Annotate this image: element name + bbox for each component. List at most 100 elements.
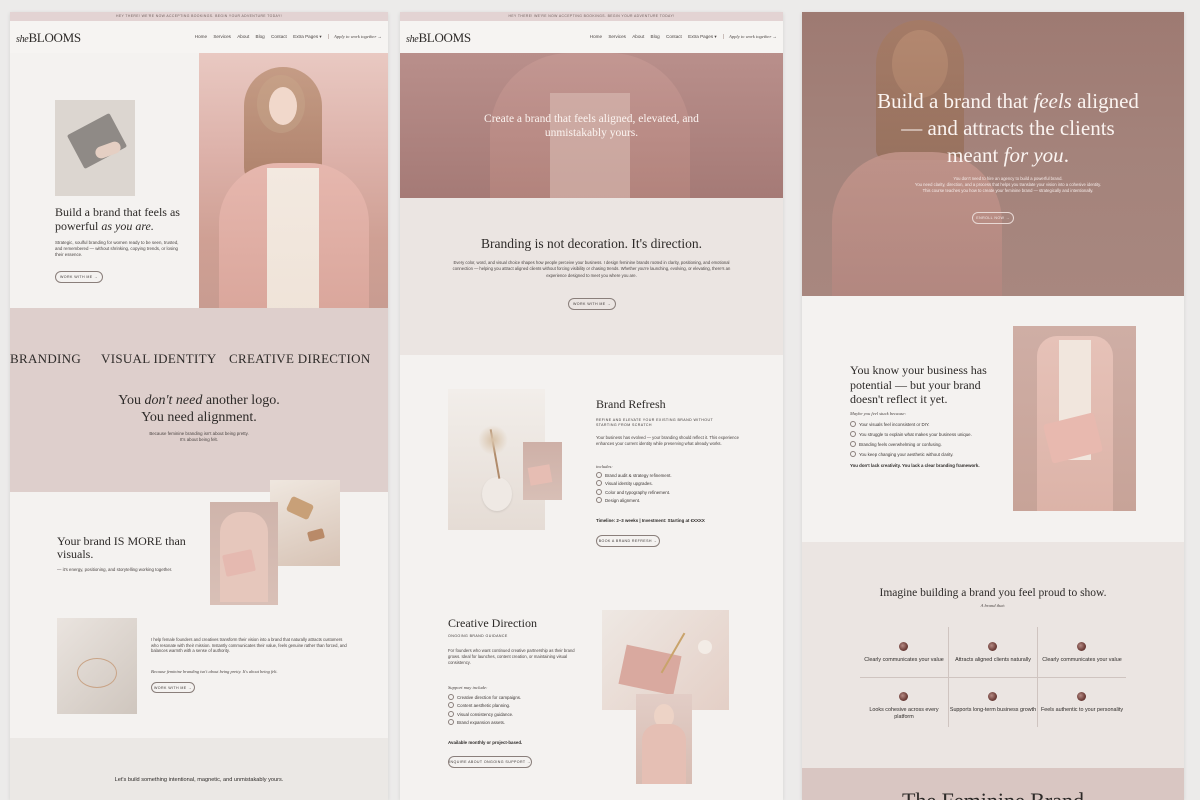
direction-body: Every color, word, and visual choice sha…: [452, 260, 731, 278]
imagine-heading: Imagine building a brand you feel proud …: [879, 587, 1107, 599]
nav-contact[interactable]: Contact: [666, 34, 682, 39]
imagine-section: Imagine building a brand you feel proud …: [802, 542, 1184, 768]
alignment-heading: You don't need another logo. You need al…: [118, 393, 280, 425]
potential-heading: You know your business has potential — b…: [850, 363, 987, 406]
marquee-branding: BRANDING: [10, 351, 82, 366]
nav-contact[interactable]: Contact: [271, 34, 287, 39]
list-item: Your visuals feel inconsistent or DIY.: [850, 420, 1010, 430]
main-nav: Home Services About Blog Contact Extra P…: [190, 34, 382, 40]
main-nav: Home Services About Blog Contact Extra P…: [585, 34, 777, 40]
site-logo[interactable]: sheBLOOMS: [16, 30, 81, 46]
alignment-section: BRANDING VISUAL IDENTITY CREATIVE DIRECT…: [10, 308, 388, 492]
inquire-ongoing-support-button[interactable]: Inquire about ongoing support →: [448, 756, 532, 768]
list-item: Visual identity upgrades.: [596, 480, 746, 488]
includes-label: includes:: [596, 464, 613, 469]
course-hero-photo: Build a brand that feels aligned — and a…: [802, 12, 1184, 296]
help-quote: Because feminine branding isn't about be…: [151, 669, 278, 674]
marquee-creative-direction: CREATIVE DIRECTION: [229, 351, 371, 366]
brand-refresh-kicker: Refine and elevate your existing brand w…: [596, 418, 713, 427]
services-page-mockup: Hey there! We're now accepting bookings.…: [400, 12, 783, 800]
potential-section: You know your business has potential — b…: [802, 296, 1184, 542]
nav-about[interactable]: About: [632, 34, 644, 39]
services-hero-photo: Create a brand that feels aligned, eleva…: [400, 53, 783, 198]
course-hero-sub: You don't need to hire an agency to buil…: [914, 176, 1102, 193]
benefit-icon: [899, 642, 908, 651]
help-body: I help female founders and creatives tra…: [151, 637, 347, 654]
benefit-item: Feels authentic to your personality: [1040, 707, 1124, 713]
nav-blog[interactable]: Blog: [256, 34, 265, 39]
list-item: You struggle to explain what makes your …: [850, 430, 1010, 440]
brand-refresh-timeline: Timeline: 2–3 weeks | Investment: Starti…: [596, 518, 705, 523]
direction-heading: Branding is not decoration. It's directi…: [480, 236, 702, 251]
announcement-bar: Hey there! We're now accepting bookings.…: [400, 12, 783, 21]
list-item: Content aesthetic planning.: [448, 702, 598, 710]
nav-services[interactable]: Services: [608, 34, 626, 39]
work-with-me-button[interactable]: Work with me →: [568, 298, 616, 310]
brand-more-heading: Your brand IS MORE than visuals.: [57, 534, 186, 561]
list-item: Visual consistency guidance.: [448, 711, 598, 719]
hero-heading: Build a brand that feels as powerful as …: [55, 205, 180, 233]
list-item: Design alignment.: [596, 497, 746, 505]
creative-direction-availability: Available monthly or project-based.: [448, 740, 523, 745]
nav-home[interactable]: Home: [195, 34, 207, 39]
benefit-item: Clearly communicates your value: [1042, 657, 1122, 663]
benefit-icon: [988, 692, 997, 701]
portrait-laptop-photo: [1013, 326, 1136, 511]
nav-blog[interactable]: Blog: [651, 34, 660, 39]
hero-portrait-photo: [199, 53, 388, 320]
benefit-item: Attracts aligned clients naturally: [955, 657, 1031, 663]
nav-extra-pages[interactable]: Extra Pages ▾: [688, 34, 717, 39]
nav-home[interactable]: Home: [590, 34, 602, 39]
site-logo[interactable]: sheBLOOMS: [406, 30, 471, 46]
laptop-photo: [55, 100, 135, 196]
creative-direction-kicker: Ongoing brand guidance: [448, 634, 508, 638]
nav-apply-link[interactable]: Apply to work together →: [328, 34, 382, 39]
portrait-with-laptop-photo: [210, 502, 278, 605]
brand-refresh-list: Brand audit & strategy refinement. Visua…: [596, 472, 746, 506]
nav-apply-link[interactable]: Apply to work together →: [723, 34, 777, 39]
creative-direction-body: For founders who want continued creative…: [448, 648, 575, 665]
benefit-icon: [988, 642, 997, 651]
benefit-item: Clearly communicates your value: [864, 657, 944, 663]
stuck-list: Your visuals feel inconsistent or DIY. Y…: [850, 420, 1010, 460]
services-hero-heading: Create a brand that feels aligned, eleva…: [484, 113, 699, 139]
imagine-sub: A brand that:: [980, 603, 1006, 608]
benefit-item: Supports long-term business growth: [949, 707, 1037, 713]
footer-cta-line: Let's build something intentional, magne…: [114, 777, 284, 783]
benefit-icon: [1077, 642, 1086, 651]
flatlay-photo: [270, 480, 340, 566]
footer-cta-section: Let's build something intentional, magne…: [10, 738, 388, 800]
stuck-label: Maybe you feel stuck because:: [850, 411, 907, 416]
support-label: Support may include:: [448, 685, 488, 690]
nav-about[interactable]: About: [237, 34, 249, 39]
benefit-item: Looks cohesive across every platform: [869, 707, 939, 720]
small-portrait-photo: [523, 442, 562, 500]
course-hero-heading: Build a brand that feels aligned — and a…: [877, 89, 1139, 167]
brand-refresh-body: Your business has evolved — your brandin…: [596, 435, 739, 446]
course-page-mockup: Build a brand that feels aligned — and a…: [802, 12, 1184, 800]
list-item: You keep changing your aesthetic without…: [850, 450, 1010, 460]
homepage-mockup: Hey there! We're now accepting bookings.…: [10, 12, 388, 800]
list-item: Branding feels overwhelming or confusing…: [850, 440, 1010, 450]
benefit-icon: [1077, 692, 1086, 701]
brand-refresh-title: Brand Refresh: [596, 397, 666, 411]
marquee-visual-identity: VISUAL IDENTITY: [101, 351, 217, 366]
grid-divider: [860, 677, 1126, 678]
announcement-bar: Hey there! We're now accepting bookings.…: [10, 12, 388, 21]
portrait-bottom-photo: [636, 694, 692, 784]
bottom-heading: The Feminine Brand: [802, 788, 1184, 800]
brand-more-sub: — it's energy, positioning, and storytel…: [57, 567, 173, 572]
list-item: Brand audit & strategy refinement.: [596, 472, 746, 480]
alignment-sub: Because feminine branding isn't about be…: [149, 431, 249, 442]
benefit-icon: [899, 692, 908, 701]
list-item: Color and typography refinement.: [596, 489, 746, 497]
hero-body: Strategic, soulful branding for women re…: [55, 240, 179, 257]
work-with-me-button[interactable]: Work with me →: [55, 271, 103, 283]
nav-services[interactable]: Services: [213, 34, 231, 39]
accessories-photo: [57, 618, 137, 714]
book-brand-refresh-button[interactable]: Book a brand refresh →: [596, 535, 660, 547]
work-with-me-button-2[interactable]: Work with me →: [151, 682, 195, 693]
nav-extra-pages[interactable]: Extra Pages ▾: [293, 34, 322, 39]
enroll-now-button[interactable]: Enroll now →: [972, 212, 1014, 224]
site-header: sheBLOOMS Home Services About Blog Conta…: [10, 21, 388, 53]
